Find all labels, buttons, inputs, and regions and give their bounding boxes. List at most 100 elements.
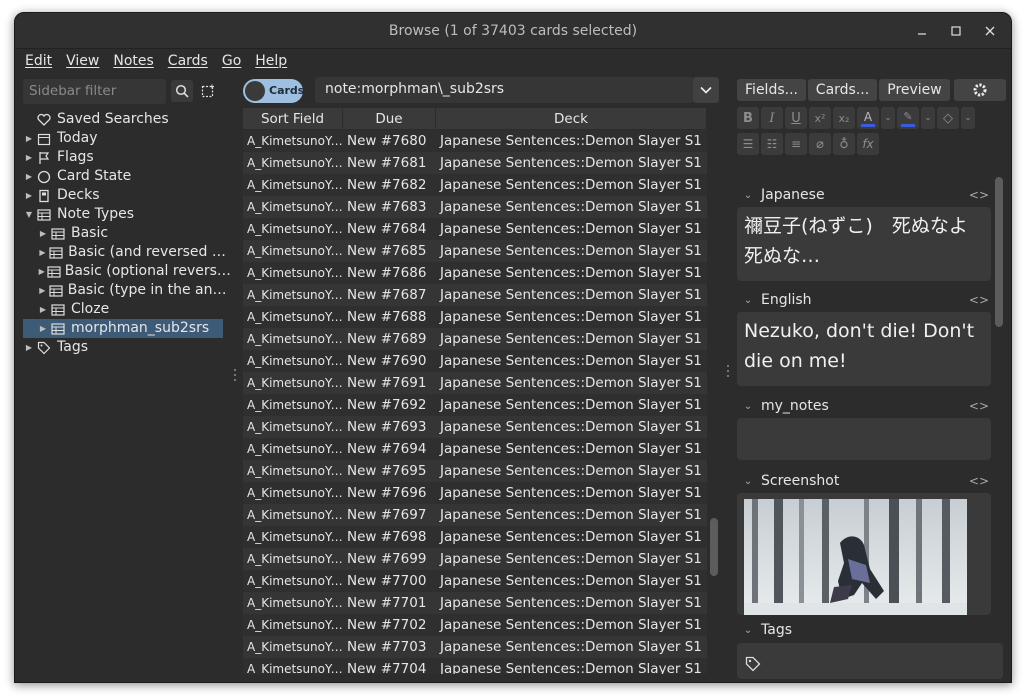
table-row[interactable]: A_KimetsunoYaiba_S1E01 New #7689 Japanese …	[243, 328, 707, 350]
search-button[interactable]	[171, 80, 193, 102]
editor-settings-button[interactable]	[954, 79, 1006, 101]
attachment-icon[interactable]: ⌀	[809, 133, 831, 155]
table-row[interactable]: A_KimetsunoYaiba_S1E01 New #7703 Japanese …	[243, 636, 707, 658]
italic-icon[interactable]: I	[761, 107, 783, 129]
minimize-button[interactable]	[911, 20, 933, 42]
table-row[interactable]: A_KimetsunoYaiba_S1E01 New #7696 Japanese …	[243, 482, 707, 504]
eraser-icon[interactable]: ◇	[937, 107, 959, 129]
field-header-english[interactable]: ⌄ English <>	[737, 289, 993, 311]
table-row[interactable]: A_KimetsunoYaiba_S1E01 New #7680 Japanese …	[243, 130, 707, 152]
html-editor-toggle-icon[interactable]: <>	[969, 289, 989, 311]
table-row[interactable]: A_KimetsunoYaiba_S1E01 New #7683 Japanese …	[243, 196, 707, 218]
table-row[interactable]: A_KimetsunoYaiba_S1E01 New #7693 Japanese …	[243, 416, 707, 438]
bold-icon[interactable]: B	[737, 107, 759, 129]
table-row[interactable]: A_KimetsunoYaiba_S1E01 New #7687 Japanese …	[243, 284, 707, 306]
field-header-screenshot[interactable]: ⌄ Screenshot <>	[737, 470, 993, 492]
table-row[interactable]: A_KimetsunoYaiba_S1E01 New #7699 Japanese …	[243, 548, 707, 570]
sidebar-item-basic-optional[interactable]: ▶ Basic (optional reversed card)	[23, 262, 231, 281]
highlight-dropdown-icon[interactable]: ⌄	[921, 107, 935, 129]
column-due[interactable]: Due	[343, 108, 436, 129]
table-row[interactable]: A_KimetsunoYaiba_S1E01 New #7688 Japanese …	[243, 306, 707, 328]
search-history-dropdown[interactable]	[693, 77, 719, 103]
table-row[interactable]: A_KimetsunoYaiba_S1E01 New #7698 Japanese …	[243, 526, 707, 548]
table-row[interactable]: A_KimetsunoYaiba_S1E01 New #7697 Japanese …	[243, 504, 707, 526]
sidebar-item-cloze[interactable]: ▶ Cloze	[23, 300, 231, 319]
table-row[interactable]: A_KimetsunoYaiba_S1E01 New #7702 Japanese …	[243, 614, 707, 636]
cards-button[interactable]: Cards...	[808, 79, 877, 101]
expand-arrow-icon: ▶	[25, 172, 33, 181]
sidebar-item-card-state[interactable]: ▶ Card State	[23, 167, 231, 186]
sidebar-item-morphman-sub2srs[interactable]: ▶ morphman_sub2srs	[23, 319, 223, 338]
sidebar-item-flags[interactable]: ▶ Flags	[23, 148, 231, 167]
underline-icon[interactable]: U	[785, 107, 807, 129]
editor-scrollbar[interactable]	[995, 177, 1003, 327]
table-row[interactable]: A_KimetsunoYaiba_S1E01 New #7684 Japanese …	[243, 218, 707, 240]
column-sort-field[interactable]: Sort Field	[243, 108, 343, 129]
text-color-dropdown-icon[interactable]: ⌄	[881, 107, 895, 129]
tag-editor-input[interactable]	[737, 643, 1003, 679]
sidebar-filter-input[interactable]: Sidebar filter	[23, 79, 166, 104]
field-screenshot-input[interactable]	[737, 493, 991, 615]
microphone-icon[interactable]: ♁	[833, 133, 855, 155]
field-my-notes-input[interactable]	[737, 418, 991, 460]
column-deck[interactable]: Deck	[436, 108, 707, 129]
table-row[interactable]: A_KimetsunoYaiba_S1E01 New #7695 Japanese …	[243, 460, 707, 482]
table-row[interactable]: A_KimetsunoYaiba_S1E01 New #7694 Japanese …	[243, 438, 707, 460]
table-row[interactable]: A_KimetsunoYaiba_S1E01 New #7685 Japanese …	[243, 240, 707, 262]
subscript-icon[interactable]: x₂	[833, 107, 855, 129]
search-input[interactable]: note:morphman\_sub2srs	[315, 77, 693, 103]
notetype-icon	[35, 208, 53, 222]
html-editor-toggle-icon[interactable]: <>	[969, 470, 989, 492]
table-row[interactable]: A_KimetsunoYaiba_S1E01 New #7692 Japanese …	[243, 394, 707, 416]
menu-go[interactable]: Go	[222, 53, 241, 69]
editor-splitter-handle[interactable]	[727, 365, 731, 377]
menu-edit[interactable]: Edit	[25, 53, 52, 69]
field-header-my-notes[interactable]: ⌄ my_notes <>	[737, 395, 993, 417]
expand-arrow-icon: ▶	[38, 267, 45, 276]
table-row[interactable]: A_KimetsunoYaiba_S1E01 New #7686 Japanese …	[243, 262, 707, 284]
text-color-icon[interactable]: A	[857, 107, 879, 129]
menu-cards[interactable]: Cards	[168, 53, 208, 69]
sidebar-item-basic-reversed[interactable]: ▶ Basic (and reversed card)	[23, 243, 231, 262]
bullet-list-icon[interactable]: ☰	[737, 133, 759, 155]
table-row[interactable]: A_KimetsunoYaiba_S1E01 New #7704 Japanese …	[243, 658, 707, 674]
sidebar-item-basic-type[interactable]: ▶ Basic (type in the answer)	[23, 281, 231, 300]
menu-notes[interactable]: Notes	[113, 53, 153, 69]
table-row[interactable]: A_KimetsunoYaiba_S1E01 New #7701 Japanese …	[243, 592, 707, 614]
table-row[interactable]: A_KimetsunoYaiba_S1E01 New #7690 Japanese …	[243, 350, 707, 372]
maximize-button[interactable]	[945, 20, 967, 42]
table-row[interactable]: A_KimetsunoYaiba_S1E01 New #7682 Japanese …	[243, 174, 707, 196]
sidebar-item-today[interactable]: ▶ Today	[23, 129, 231, 148]
eraser-dropdown-icon[interactable]: ⌄	[961, 107, 975, 129]
math-icon[interactable]: fx	[857, 133, 879, 155]
superscript-icon[interactable]: x²	[809, 107, 831, 129]
table-row[interactable]: A_KimetsunoYaiba_S1E01 New #7681 Japanese …	[243, 152, 707, 174]
numbered-list-icon[interactable]: ☷	[761, 133, 783, 155]
sidebar-item-basic[interactable]: ▶ Basic	[23, 224, 231, 243]
cards-notes-toggle[interactable]: Cards	[243, 79, 304, 103]
menu-help[interactable]: Help	[255, 53, 287, 69]
table-scrollbar[interactable]	[709, 108, 719, 674]
align-icon[interactable]: ≡	[785, 133, 807, 155]
select-tool-button[interactable]	[197, 80, 219, 102]
sidebar-item-saved-searches[interactable]: Saved Searches	[23, 110, 231, 129]
table-row[interactable]: A_KimetsunoYaiba_S1E01 New #7700 Japanese …	[243, 570, 707, 592]
field-header-japanese[interactable]: ⌄ Japanese <>	[737, 184, 993, 206]
field-japanese-input[interactable]: 禰豆子(ねずこ) 死ぬなよ 死ぬな…	[737, 207, 991, 281]
html-editor-toggle-icon[interactable]: <>	[969, 395, 989, 417]
highlight-color-icon[interactable]: ✎	[897, 107, 919, 129]
expand-arrow-icon: ▶	[39, 229, 47, 238]
sidebar-item-decks[interactable]: ▶ Decks	[23, 186, 231, 205]
html-editor-toggle-icon[interactable]: <>	[969, 184, 989, 206]
preview-button[interactable]: Preview	[879, 79, 950, 101]
menu-view[interactable]: View	[66, 53, 99, 69]
fields-button[interactable]: Fields...	[737, 79, 806, 101]
close-button[interactable]	[979, 20, 1001, 42]
notetype-icon	[46, 265, 61, 279]
sidebar-item-note-types[interactable]: ▼ Note Types	[23, 205, 231, 224]
sidebar-splitter-handle[interactable]	[234, 369, 238, 381]
table-row[interactable]: A_KimetsunoYaiba_S1E01 New #7691 Japanese …	[243, 372, 707, 394]
sidebar-item-tags[interactable]: ▶ Tags	[23, 338, 231, 357]
cell-deck: Japanese Sentences::Demon Slayer S1	[440, 375, 702, 391]
field-english-input[interactable]: Nezuko, don't die! Don't die on me!	[737, 312, 991, 386]
